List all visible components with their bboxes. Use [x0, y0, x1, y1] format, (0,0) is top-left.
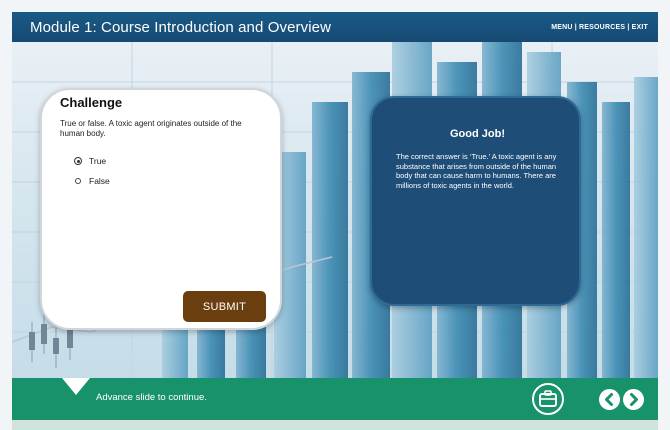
feedback-card: Good Job! The correct answer is ‘True.’ …	[370, 96, 581, 306]
challenge-title: Challenge	[60, 95, 123, 110]
next-slide-button[interactable]	[623, 389, 644, 410]
advance-instruction: Advance slide to continue.	[96, 392, 207, 403]
briefcase-icon	[539, 390, 557, 407]
bottom-strip	[12, 420, 658, 430]
course-player: Module 1: Course Introduction and Overvi…	[0, 0, 670, 430]
option-true[interactable]: True	[74, 156, 106, 166]
feedback-text: The correct answer is ‘True.’ A toxic ag…	[396, 152, 557, 190]
radio-selected[interactable]	[74, 157, 82, 165]
resources-button[interactable]	[532, 383, 564, 415]
module-title: Module 1: Course Introduction and Overvi…	[30, 18, 332, 36]
option-false[interactable]: False	[74, 176, 110, 186]
submit-button[interactable]: SUBMIT	[183, 291, 266, 322]
challenge-question: True or false. A toxic agent originates …	[60, 119, 242, 138]
title-bar: Module 1: Course Introduction and Overvi…	[12, 12, 658, 42]
slide-stage: SUBMIT Challenge True or false. A toxic …	[12, 42, 658, 378]
top-menu-links[interactable]: MENU | RESOURCES | EXIT	[551, 24, 648, 31]
option-label: False	[89, 176, 110, 186]
chevron-left-icon	[605, 393, 613, 406]
option-label: True	[89, 156, 107, 166]
notch-indicator	[62, 378, 90, 395]
previous-slide-button[interactable]	[599, 389, 620, 410]
chevron-right-icon	[630, 393, 638, 406]
feedback-title: Good Job!	[450, 128, 505, 140]
radio-unselected[interactable]	[75, 178, 81, 184]
bottom-bar: Advance slide to continue.	[12, 378, 658, 420]
